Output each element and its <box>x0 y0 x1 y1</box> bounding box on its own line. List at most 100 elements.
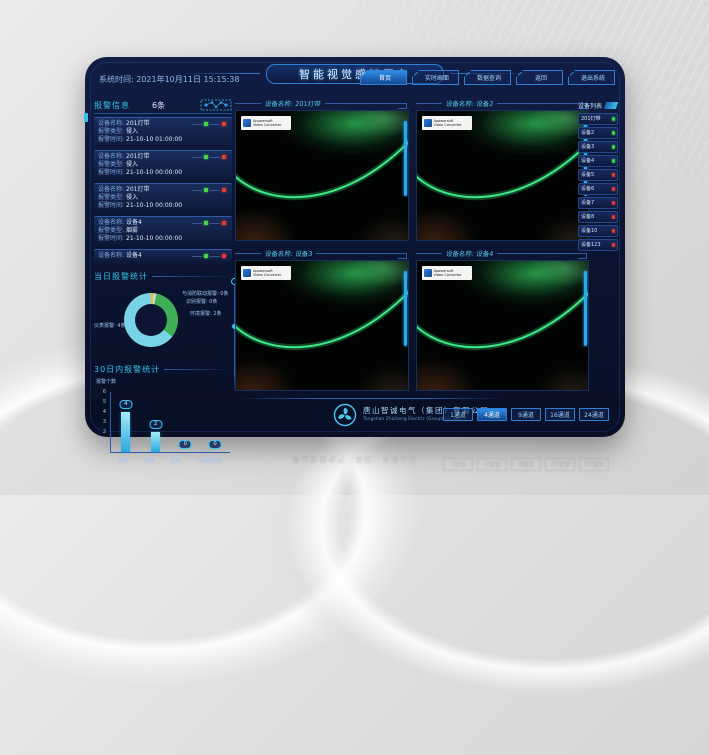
video-panel-4[interactable]: 设备名称: 设备4 ApowersoftVideo Converter <box>416 247 588 389</box>
watermark: ApowersoftVideo Converter <box>241 266 291 280</box>
alarm-time-label: 报警时间: <box>98 169 124 176</box>
device-name-label: 设备名称: <box>98 186 124 193</box>
video-device-name: 设备4 <box>475 250 493 258</box>
alarm-count-badge: 6条 <box>152 100 165 111</box>
network-topology-icon <box>200 99 232 111</box>
video-panel-3[interactable]: 设备名称: 设备3 ApowersoftVideo Converter <box>235 247 407 389</box>
alarm-type-label: 报警类型: <box>98 194 124 201</box>
device-list-item[interactable]: 设备3 <box>578 141 618 153</box>
device-list-item[interactable]: 设备5 <box>578 169 618 181</box>
alarm-list-item[interactable]: 设备名称:201灯带 报警类型:侵入 报警时间:21-10-10 01:00:0… <box>94 117 232 147</box>
nav-back-button[interactable]: 返回 <box>516 70 563 85</box>
status-dot <box>612 145 616 149</box>
video-scrollbar[interactable] <box>584 271 587 346</box>
channel-1-button[interactable]: 1通道 <box>443 408 473 421</box>
donut-label-recognition: 识别报警: 0条 <box>186 298 217 305</box>
donut-label-fire-link: 与消防联动报警: 0条 <box>182 290 228 297</box>
red-led-icon <box>222 188 226 192</box>
device-list-item[interactable]: 设备123 <box>578 239 618 251</box>
nav-exit-button[interactable]: 退出系统 <box>568 70 615 85</box>
channel-9-button[interactable]: 9通道 <box>511 408 541 421</box>
device-list-item[interactable]: 201灯带 <box>578 113 618 125</box>
bar-chart-ylabel: 报警个数 <box>96 378 116 385</box>
watermark: ApowersoftVideo Converter <box>422 266 472 280</box>
status-dot <box>612 187 616 191</box>
video-frame[interactable]: ApowersoftVideo Converter <box>235 110 409 241</box>
device-name-label: 设备名称: <box>98 120 124 127</box>
bar-meter <box>121 412 130 452</box>
video-device-name: 设备2 <box>475 100 493 108</box>
edge-accent <box>84 113 88 122</box>
watermark: ApowersoftVideo Converter <box>422 116 472 130</box>
bar-xlabel: 环境 <box>144 457 154 464</box>
video-panel-1[interactable]: 设备名称: 201灯带 ApowersoftVideo Converter <box>235 97 407 239</box>
alarm-list-item[interactable]: 设备名称:201灯带 报警类型:侵入 报警时间:21-10-10 00:00:0… <box>94 150 232 180</box>
today-alarm-donut <box>124 293 178 347</box>
device-list: 设备列表 201灯带 设备2 设备3 设备4 设备5 设备6 设备7 设备8 设… <box>578 101 618 251</box>
device-list-item[interactable]: 设备10 <box>578 225 618 237</box>
donut-label-meter: 仪表报警: 4条 <box>94 322 125 329</box>
alarm-panel-header: 报警信息 6条 <box>94 99 232 114</box>
video-frame[interactable]: ApowersoftVideo Converter <box>416 110 590 241</box>
alarm-time-label: 报警时间: <box>98 235 124 242</box>
device-name-label: 设备名称: <box>98 219 124 226</box>
video-frame[interactable]: ApowersoftVideo Converter <box>235 260 409 391</box>
status-led-strip <box>192 188 228 192</box>
device-list-item[interactable]: 设备8 <box>578 211 618 223</box>
green-led-icon <box>204 122 208 126</box>
status-led-strip <box>192 122 228 126</box>
bar-value-badge: 0 <box>209 440 222 449</box>
bar-xlabel: 识别 <box>171 457 181 464</box>
green-led-icon <box>204 188 208 192</box>
alarm-time-value: 21-10-10 00:00:00 <box>126 169 182 176</box>
red-led-icon <box>222 221 226 225</box>
alarm-list-item[interactable]: 设备名称:201灯带 报警类型:侵入 报警时间:21-10-10 00:00:0… <box>94 183 232 213</box>
channel-4-button[interactable]: 4通道 <box>477 408 507 421</box>
watermark: ApowersoftVideo Converter <box>241 116 291 130</box>
device-list-item[interactable]: 设备2 <box>578 127 618 139</box>
status-dot <box>612 131 616 135</box>
today-alarm-chart: 与消防联动报警: 0条 识别报警: 0条 环境报警: 2条 仪表报警: 4条 <box>94 282 232 358</box>
device-list-item[interactable]: 设备7 <box>578 197 618 209</box>
bar-chart-yaxis: 0123456 <box>98 388 108 453</box>
status-led-strip <box>192 221 228 225</box>
alarm-panel-title: 报警信息 <box>94 100 130 111</box>
video-grid: 设备名称: 201灯带 ApowersoftVideo Converter 设备… <box>235 97 587 389</box>
video-scrollbar[interactable] <box>404 121 407 196</box>
alarm-type-value: 侵入 <box>126 194 138 201</box>
nav-home-button[interactable]: 首页 <box>360 70 407 85</box>
channel-24-button[interactable]: 24通道 <box>579 408 609 421</box>
alarm-list-item[interactable]: 设备名称:设备4 <box>94 249 232 265</box>
video-frame[interactable]: ApowersoftVideo Converter <box>416 260 590 391</box>
video-scrollbar[interactable] <box>404 271 407 346</box>
alarm-time-label: 报警时间: <box>98 202 124 209</box>
alarm-type-value: 烟雾 <box>126 227 138 234</box>
channel-16-button[interactable]: 16通道 <box>545 408 575 421</box>
alarm-list-item[interactable]: 设备名称:设备4 报警类型:烟雾 报警时间:21-10-10 00:00:00 <box>94 216 232 246</box>
bar-xlabel: 仪表 <box>118 457 128 464</box>
channel-layout-buttons: 1通道 4通道 9通道 16通道 24通道 <box>443 408 609 421</box>
nav-data-query-button[interactable]: 数据查询 <box>464 70 511 85</box>
device-list-item[interactable]: 设备6 <box>578 183 618 195</box>
watermark-line2: Video Converter <box>434 123 462 128</box>
status-dot <box>612 117 616 121</box>
watermark-line2: Video Converter <box>253 273 281 278</box>
alarm-type-label: 报警类型: <box>98 227 124 234</box>
donut-label-environment: 环境报警: 2条 <box>190 310 221 317</box>
watermark-logo-icon <box>243 269 251 277</box>
company-logo-icon <box>333 403 357 427</box>
video-panel-2[interactable]: 设备名称: 设备2 ApowersoftVideo Converter <box>416 97 588 239</box>
device-list-item[interactable]: 设备4 <box>578 155 618 167</box>
nav-live-view-button[interactable]: 实时画面 <box>412 70 459 85</box>
status-dot <box>612 173 616 177</box>
alarm-type-value: 侵入 <box>126 161 138 168</box>
terrain-shadow <box>525 355 589 391</box>
status-dot <box>612 201 616 205</box>
bar-chart-plot: 4 2 0 0 <box>110 392 230 453</box>
red-led-icon <box>222 155 226 159</box>
status-led-strip <box>192 155 228 159</box>
status-dot <box>612 159 616 163</box>
bar-value-badge: 2 <box>149 420 162 429</box>
watermark-line2: Video Converter <box>434 273 462 278</box>
footer-divider <box>235 398 505 399</box>
